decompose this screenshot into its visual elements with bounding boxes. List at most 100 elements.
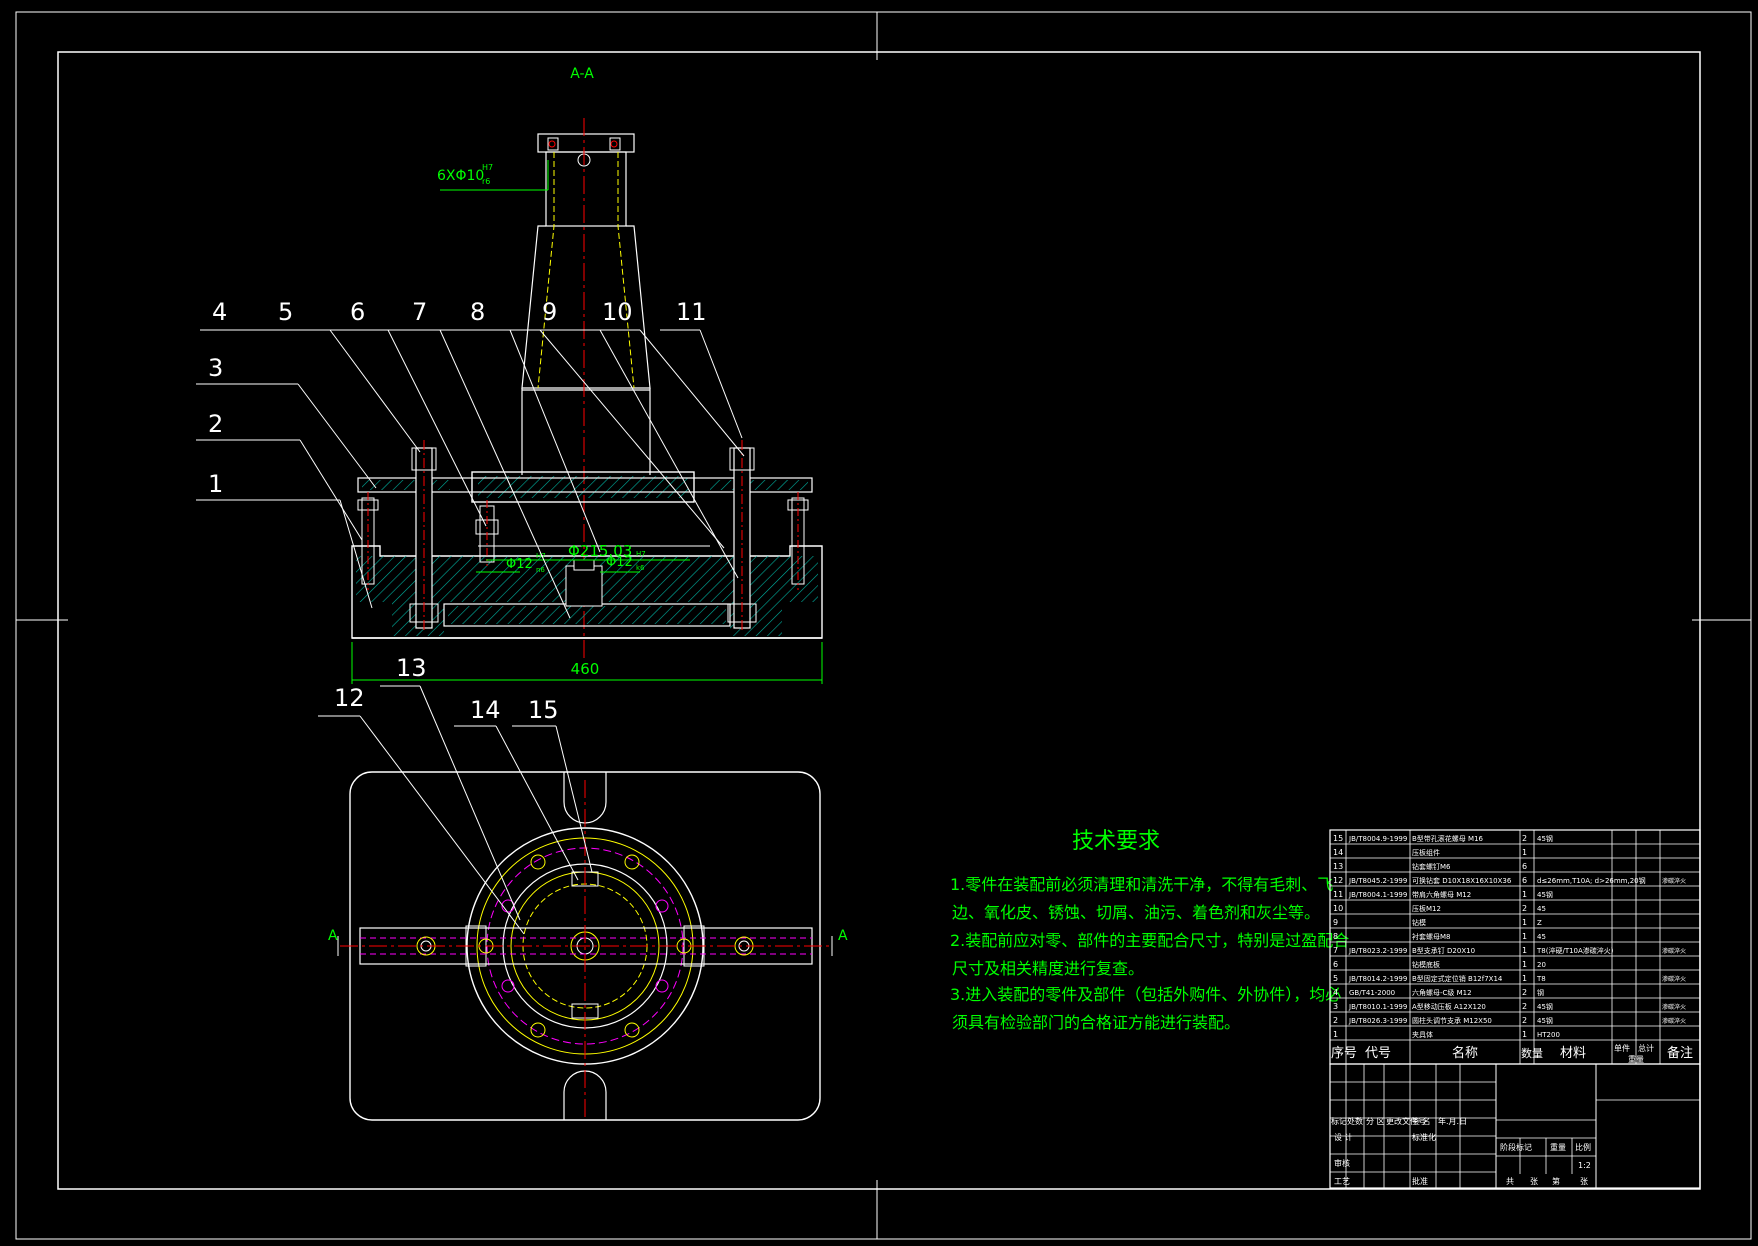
section-mark-left: A [328,928,338,944]
balloon-14: 14 [470,696,501,724]
tb-scale-value: 1:2 [1578,1161,1591,1170]
outer-border [15,11,1752,1240]
dim-width: 460 [571,660,600,678]
balloon-3: 3 [208,354,223,382]
tech-note-line: 1.零件在装配前必须清理和清洗干净，不得有毛刺、飞 [950,875,1333,894]
bom-name: B型支承钉 D20X10 [1412,946,1475,955]
balloon-9: 9 [542,298,557,326]
bom-qty: 2 [1522,834,1527,843]
bom-header-code: 代号 [1365,1046,1391,1061]
bom-no: 7 [1333,946,1338,955]
balloon-2: 2 [208,410,223,438]
title-block-frame [1329,1063,1701,1189]
bom-note: 渗碳淬火 [1662,1003,1686,1011]
bom-material: 45钢 [1537,1016,1553,1025]
bom-header-no: 序号 [1331,1046,1357,1061]
bom-name: 圆柱头调节支承 M12X50 [1412,1016,1492,1025]
bom-qty: 6 [1522,876,1527,885]
svg-text:6XΦ10: 6XΦ10 [437,168,484,184]
svg-text:r6: r6 [482,177,490,186]
balloon-12: 12 [334,684,365,712]
dim-right-fit: Φ12 [606,555,633,570]
bom-qty: 6 [1522,862,1527,871]
bom-row: 13 钻套螺钉M6 6 [1333,862,1527,871]
tb-stage: 阶段标记 [1500,1142,1532,1152]
bom-code: JB/T8045.2-1999 [1348,877,1407,885]
bom-name: 六角螺母-C级 M12 [1412,988,1472,997]
bom-qty: 1 [1522,848,1527,857]
bom-qty: 1 [1522,960,1527,969]
balloon-10: 10 [602,298,633,326]
bom-code: JB/T8026.3-1999 [1348,1017,1407,1025]
bom-row: 6 钻模底板 1 20 [1333,960,1546,969]
bom-note: 渗碳淬火 [1662,1017,1686,1025]
tb-sheets-total: 共 [1506,1177,1514,1186]
bom-qty: 1 [1522,932,1527,941]
tech-note-line: 尺寸及相关精度进行复查。 [952,959,1144,978]
bom-material: HT200 [1537,1031,1560,1039]
dim-right-fit-sup: H7 [636,550,646,558]
bom-no: 11 [1333,890,1343,899]
bom-no: 8 [1333,932,1338,941]
tb-header-cell: 标记 [1331,1116,1347,1126]
bom-name: 压板组件 [1412,848,1440,857]
dim-right-fit-sub: k6 [636,564,645,572]
bom-no: 5 [1333,974,1338,983]
bom-name: 钻模底板 [1412,960,1440,969]
bom-qty: 1 [1522,974,1527,983]
tb-header-cell: 签 名 [1412,1116,1431,1126]
bom-no: 1 [1333,1030,1338,1039]
bom-row: 10 压板M12 2 45 [1333,904,1546,913]
balloon-1: 1 [208,470,223,498]
bom-row: 14 压板组件 1 [1333,848,1527,857]
svg-text:H7: H7 [482,163,493,172]
tech-note-line: 3.进入装配的零件及部件（包括外购件、外协件），均必 [950,985,1341,1004]
bom-qty: 2 [1522,1016,1527,1025]
bom-row: 9 钻模 1 Z [1333,918,1542,927]
bom-header-total: 总计 [1638,1043,1654,1053]
bom-code: GB/T41-2000 [1349,989,1395,997]
tb-standardization: 标准化 [1412,1132,1436,1142]
balloon-11: 11 [676,298,707,326]
balloon-leader [329,329,421,453]
bom-code: JB/T8004.1-1999 [1348,891,1407,899]
tb-header-cell: 处数 [1347,1116,1363,1126]
bom-qty: 2 [1522,1002,1527,1011]
bom-material: 钢 [1537,988,1544,997]
bom-qty: 1 [1522,946,1527,955]
bom-note: 渗碳淬火 [1662,975,1686,983]
tech-title: 技术要求 [1072,829,1160,854]
bom-qty: 1 [1522,1030,1527,1039]
bom-header-single: 单件 [1614,1043,1630,1053]
balloon-8: 8 [470,298,485,326]
bom-name: 压板M12 [1412,904,1441,913]
balloon-leader [509,329,601,553]
bom-name: B型带孔滚花螺母 M16 [1412,834,1484,843]
bom-header-note: 备注 [1667,1045,1693,1061]
bom-qty: 1 [1522,890,1527,899]
center-marks [16,12,1751,1239]
tb-approve: 批准 [1412,1176,1428,1186]
bom-code: JB/T8023.2-1999 [1348,947,1407,955]
balloon-leader [599,329,739,579]
balloon-leader [639,329,745,457]
bom-name: B型固定式定位销 B12f7X14 [1412,974,1503,983]
assembly-drawing: A-A 6XΦ10 H7 r6 460 Φ215.03 Φ12 H7 n6 Φ1… [15,11,1752,1240]
tb-sheet-no: 第 [1552,1176,1560,1186]
balloon-leader [555,725,593,873]
section-label: A-A [570,66,594,82]
technical-requirements: 技术要求 1.零件在装配前必须清理和清洗干净，不得有毛刺、飞边、氧化皮、锈蚀、切… [950,829,1349,1032]
bom-name: 可换钻套 D10X18X16X10X36 [1412,876,1512,885]
bom-material: 45 [1537,933,1546,941]
balloon-leader [699,329,743,439]
balloon-5: 5 [278,298,293,326]
bom-code: JB/T8014.2-1999 [1348,975,1407,983]
tb-design: 设 计 [1334,1132,1353,1142]
bom-no: 4 [1333,988,1338,997]
bom-no: 9 [1333,918,1338,927]
balloon-4: 4 [212,298,227,326]
bom-no: 6 [1333,960,1338,969]
bom-material: 45钢 [1537,890,1553,899]
balloon-13: 13 [396,654,427,682]
bom-row: 3 JB/T8010.1-1999 A型移动压板 A12X120 2 45钢 渗碳淬火 [1333,1002,1686,1011]
